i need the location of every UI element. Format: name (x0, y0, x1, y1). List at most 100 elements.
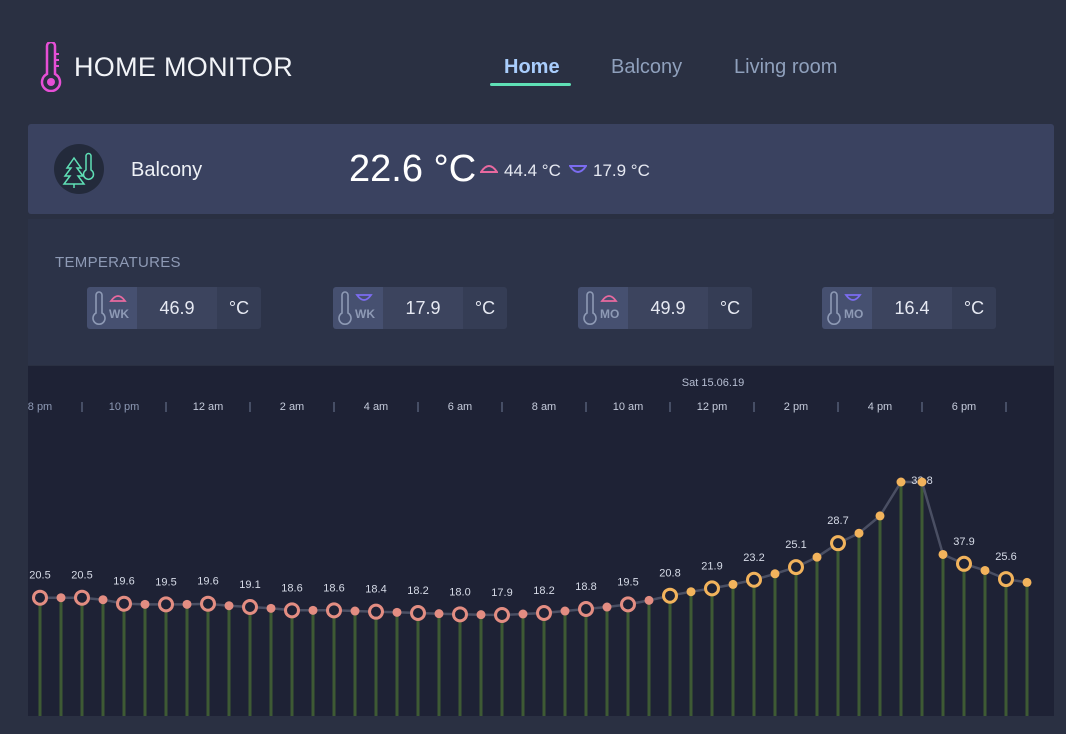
current-temperature: 22.6 °C (349, 148, 477, 190)
stat-period: WK (109, 307, 129, 321)
stat-value: 49.9 (628, 287, 708, 329)
week-min-badge: WK (333, 287, 383, 329)
temperature-point (158, 596, 174, 613)
stat-value: 17.9 (383, 287, 463, 329)
chart-date-label: Sat 15.06.19 (682, 377, 744, 389)
x-tick-label: 10 am (613, 401, 644, 413)
temperature-point (116, 595, 132, 612)
temperature-point (830, 535, 846, 552)
temperature-point (476, 610, 486, 620)
temperature-label: 20.8 (659, 568, 680, 580)
app-title: HOME MONITOR (74, 52, 294, 82)
temperature-chart-svg: Sat 15.06.19 8 pm 10 pm 12 am 2 am 4 am 6 am 8 … (28, 377, 1032, 716)
tab-living-room[interactable]: Living room (734, 56, 837, 79)
week-max-badge: WK (87, 287, 137, 329)
temperature-point (326, 602, 342, 619)
temperature-label: 23.2 (743, 552, 764, 564)
temperature-label: 37.9 (953, 536, 974, 548)
temperature-label: 25.1 (785, 539, 806, 551)
temperature-point (746, 571, 762, 588)
temperature-point (266, 603, 276, 613)
temperature-label: 17.9 (491, 587, 512, 599)
month-min-badge: MO (822, 287, 872, 329)
temperature-point (392, 607, 402, 617)
temperature-label: 19.5 (617, 576, 638, 588)
stat-value: 16.4 (872, 287, 952, 329)
temperature-point (875, 511, 885, 521)
temperature-label: 18.4 (365, 584, 386, 596)
stat-unit: °C (463, 287, 507, 329)
x-tick-label: 4 pm (868, 401, 892, 413)
temperature-point (662, 587, 678, 604)
x-tick-label: 6 pm (952, 401, 976, 413)
x-tick-label: 12 pm (697, 401, 728, 413)
temperature-label: 18.2 (533, 585, 554, 597)
temperature-point (410, 605, 426, 622)
temperature-point (368, 603, 384, 620)
stat-period: MO (600, 307, 620, 321)
temperature-point (980, 565, 990, 575)
temperature-point (578, 601, 594, 618)
stat-value: 46.9 (137, 287, 217, 329)
temperature-point (938, 549, 948, 559)
x-tick-label: 12 am (193, 401, 224, 413)
stat-unit: °C (952, 287, 996, 329)
x-tick-label: 8 am (532, 401, 556, 413)
temperature-point (350, 606, 360, 616)
thermometer-icon (40, 42, 62, 92)
temperature-point (182, 599, 192, 609)
temperature-point (896, 477, 906, 487)
temperature-point (956, 555, 972, 572)
temperature-point (917, 477, 927, 487)
x-tick-label: 8 pm (28, 401, 52, 413)
temperature-point (452, 606, 468, 623)
temperature-point (602, 602, 612, 612)
temperature-point (284, 602, 300, 619)
temperature-point (56, 593, 66, 603)
temperature-point (32, 589, 48, 606)
temperatures-section: TEMPERATURES WK 46.9 °C WK 17.9 °C MO 49… (28, 219, 1054, 365)
temperature-point (98, 595, 108, 605)
high-temperature: 44.4 °C (504, 161, 561, 180)
tab-balcony[interactable]: Balcony (611, 56, 682, 79)
temperature-point (242, 599, 258, 616)
stat-period: MO (844, 307, 864, 321)
tree-thermometer-icon (54, 144, 104, 194)
temperature-point (536, 605, 552, 622)
stat-unit: °C (217, 287, 261, 329)
balcony-summary-card[interactable]: Balcony 22.6 °C 44.4 °C 17.9 °C (28, 124, 1054, 214)
header: HOME MONITOR Home Balcony Living room (0, 0, 1066, 124)
temperature-label: 19.6 (197, 576, 218, 588)
temperature-point (788, 559, 804, 576)
temperature-label: 18.2 (407, 585, 428, 597)
temperature-label: 18.6 (281, 582, 302, 594)
month-max-badge: MO (578, 287, 628, 329)
temperature-label: 18.6 (323, 582, 344, 594)
temperature-point (704, 580, 720, 597)
temperature-point (728, 579, 738, 589)
x-tick-label: 2 am (280, 401, 304, 413)
temperature-label: 20.5 (71, 570, 92, 582)
temperature-point (518, 609, 528, 619)
temperature-point (686, 587, 696, 597)
stat-unit: °C (708, 287, 752, 329)
stat-period: WK (355, 307, 375, 321)
balcony-name: Balcony (131, 159, 203, 181)
temperature-point (560, 606, 570, 616)
temperature-point (854, 528, 864, 538)
tab-home[interactable]: Home (504, 56, 560, 79)
temperatures-title: TEMPERATURES (55, 254, 181, 271)
temperature-point (998, 571, 1014, 588)
temperature-point (140, 599, 150, 609)
temperature-label: 19.1 (239, 579, 260, 591)
temperature-label: 25.6 (995, 551, 1016, 563)
temperature-point (770, 569, 780, 579)
temperature-label: 19.6 (113, 576, 134, 588)
temperature-chart[interactable]: Sat 15.06.19 8 pm 10 pm 12 am 2 am 4 am 6 am 8 … (28, 366, 1054, 716)
x-tick-label: 10 pm (109, 401, 140, 413)
temperature-point (1022, 577, 1032, 587)
temperature-point (620, 596, 636, 613)
temperature-label: 20.5 (29, 570, 50, 582)
temperature-label: 18.0 (449, 586, 470, 598)
tab-active-indicator (490, 83, 571, 86)
